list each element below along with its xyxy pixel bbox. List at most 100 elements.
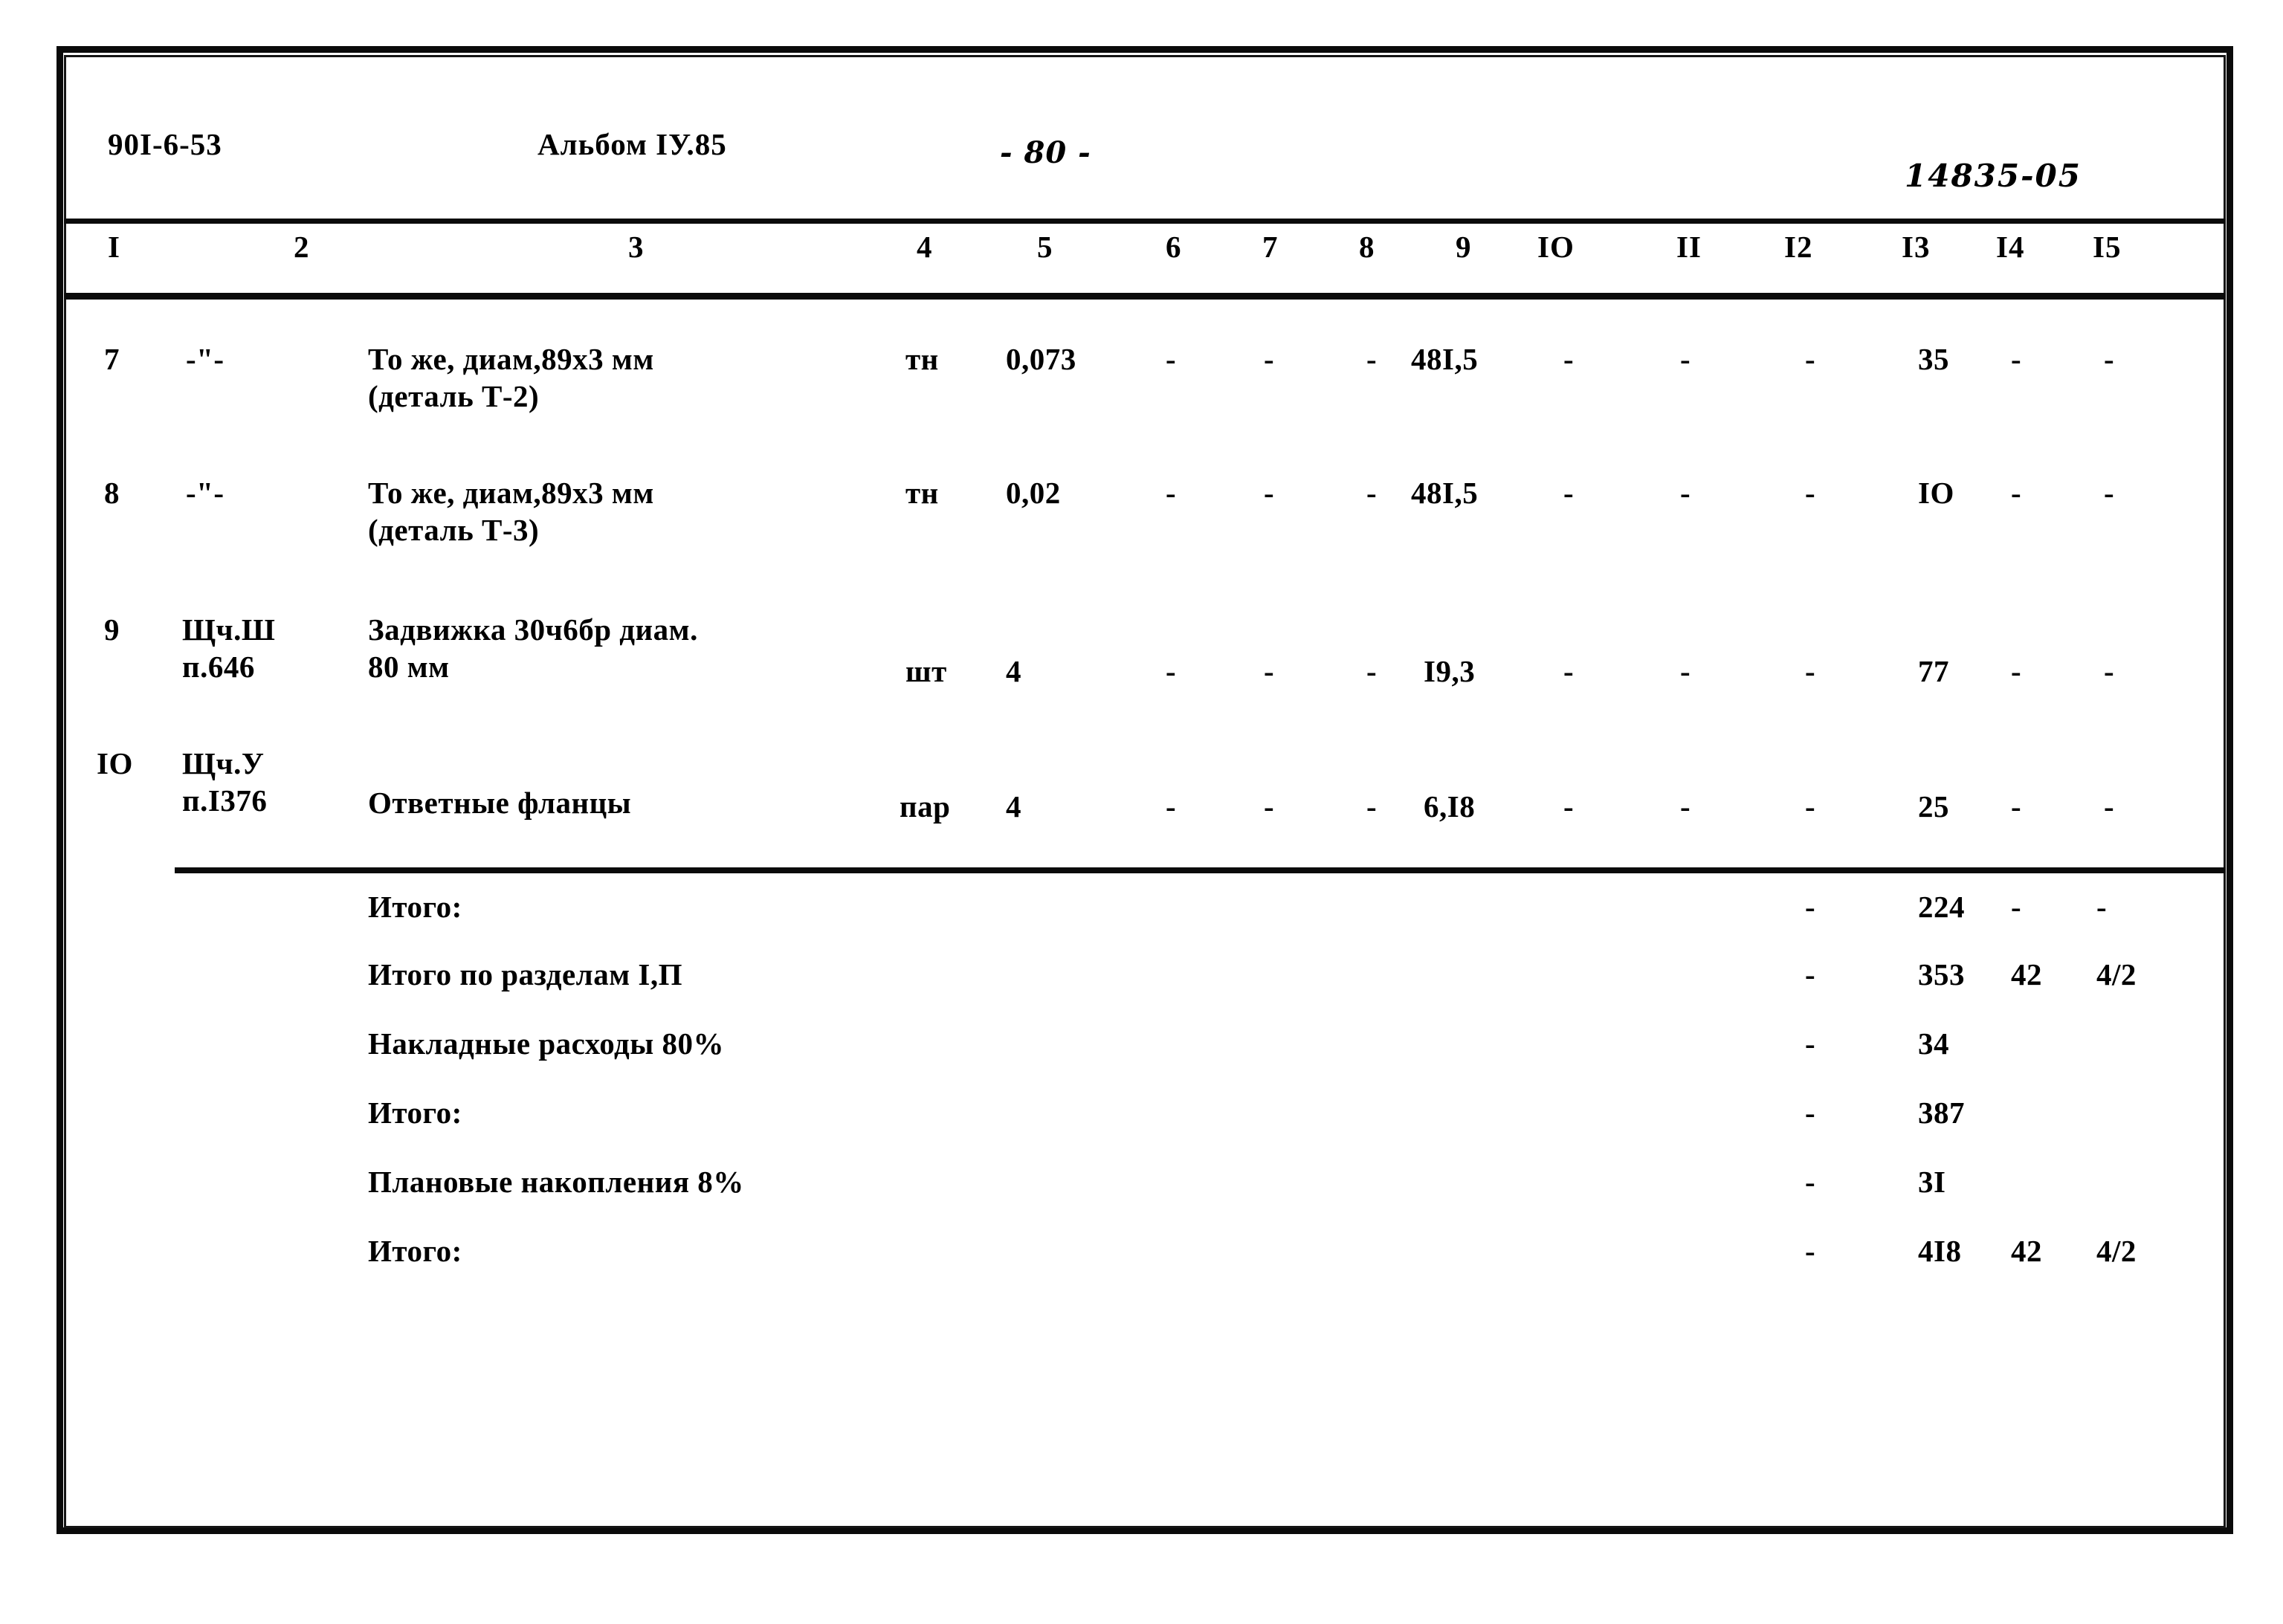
- row-quantity: 4: [1006, 654, 1021, 688]
- row-unit-price: 48I,5: [1411, 342, 1479, 376]
- row-col8: -: [1366, 654, 1378, 688]
- row-description: Ответные фланцы: [368, 786, 632, 820]
- row-quantity: 0,073: [1006, 342, 1076, 376]
- column-header-9: 9: [1456, 230, 1472, 264]
- row-unit: шт: [905, 654, 947, 688]
- row-source-ref: Щч.Ш: [182, 612, 276, 647]
- summary-label: Плановые накопления 8%: [368, 1165, 744, 1199]
- row-col11: -: [1680, 789, 1691, 824]
- column-header-4: 4: [917, 230, 933, 264]
- column-header-10: IO: [1537, 230, 1575, 264]
- column-header-7: 7: [1262, 230, 1279, 264]
- table-top-rule: [64, 219, 2226, 224]
- row-col7: -: [1264, 342, 1275, 376]
- column-header-2: 2: [294, 230, 310, 264]
- row-col10: -: [1563, 654, 1575, 688]
- row-col12: -: [1805, 342, 1816, 376]
- row-col6: -: [1166, 476, 1177, 510]
- summary-separator-rule: [175, 867, 2226, 873]
- column-header-8: 8: [1359, 230, 1375, 264]
- row-description: Задвижка 30ч6бр диам.: [368, 612, 698, 647]
- document-code: 90I-6-53: [108, 127, 222, 161]
- album-title: Альбом IУ.85: [537, 127, 727, 161]
- summary-col12: -: [1805, 957, 1815, 991]
- row-total: IO: [1918, 476, 1954, 510]
- row-col11: -: [1680, 476, 1691, 510]
- row-source-ref: Щч.У: [182, 746, 265, 780]
- row-source-ref: -"-: [186, 342, 225, 376]
- summary-total: 224: [1918, 890, 1965, 924]
- row-total: 77: [1918, 654, 1949, 688]
- summary-total: 353: [1918, 957, 1965, 991]
- summary-label: Итого:: [368, 1096, 462, 1130]
- row-number: 8: [104, 476, 120, 510]
- row-number: 9: [104, 612, 120, 647]
- row-source-ref-2: п.646: [182, 650, 255, 684]
- row-col7: -: [1264, 789, 1275, 824]
- summary-label: Итого:: [368, 1234, 462, 1268]
- row-col11: -: [1680, 342, 1691, 376]
- summary-col14: -: [2011, 890, 2022, 924]
- scanned-document-page: 90I-6-53 Альбом IУ.85 - 80 - 14835-05 I …: [0, 0, 2283, 1624]
- summary-total: 4I8: [1918, 1234, 1962, 1268]
- row-description: То же, диам,89х3 мм: [368, 342, 654, 376]
- row-unit-price: 48I,5: [1411, 476, 1479, 510]
- row-col8: -: [1366, 789, 1378, 824]
- row-quantity: 0,02: [1006, 476, 1061, 510]
- row-unit-price: I9,3: [1424, 654, 1476, 688]
- row-quantity: 4: [1006, 789, 1021, 824]
- row-description-2: (деталь Т-3): [368, 513, 540, 547]
- column-header-5: 5: [1037, 230, 1053, 264]
- row-total: 25: [1918, 789, 1949, 824]
- summary-total: 3I: [1918, 1165, 1946, 1199]
- column-header-6: 6: [1166, 230, 1182, 264]
- row-col7: -: [1264, 476, 1275, 510]
- summary-label: Накладные расходы 80%: [368, 1026, 725, 1061]
- row-unit-price: 6,I8: [1424, 789, 1476, 824]
- row-total: 35: [1918, 342, 1949, 376]
- row-col12: -: [1805, 789, 1816, 824]
- table-header-rule: [64, 293, 2226, 300]
- row-col14: -: [2011, 654, 2022, 688]
- row-description: То же, диам,89х3 мм: [368, 476, 654, 510]
- row-source-ref-2: п.I376: [182, 783, 268, 818]
- summary-label: Итого по разделам I,П: [368, 957, 682, 991]
- column-header-1: I: [108, 230, 120, 264]
- row-col6: -: [1166, 789, 1177, 824]
- row-col8: -: [1366, 476, 1378, 510]
- summary-col15: 4/2: [2096, 957, 2137, 991]
- summary-col14: 42: [2011, 957, 2042, 991]
- summary-col12: -: [1805, 1096, 1815, 1130]
- row-col10: -: [1563, 476, 1575, 510]
- row-col12: -: [1805, 654, 1816, 688]
- row-col15: -: [2104, 476, 2115, 510]
- row-col14: -: [2011, 476, 2022, 510]
- summary-label: Итого:: [368, 890, 462, 924]
- row-number: 7: [104, 342, 120, 376]
- summary-col12: -: [1805, 1026, 1815, 1061]
- summary-col12: -: [1805, 1165, 1815, 1199]
- row-col10: -: [1563, 342, 1575, 376]
- column-header-11: II: [1676, 230, 1702, 264]
- summary-col15: 4/2: [2096, 1234, 2137, 1268]
- page-number: - 80 -: [1000, 135, 1091, 170]
- row-col14: -: [2011, 789, 2022, 824]
- row-col10: -: [1563, 789, 1575, 824]
- row-col11: -: [1680, 654, 1691, 688]
- summary-total: 34: [1918, 1026, 1949, 1061]
- row-col14: -: [2011, 342, 2022, 376]
- summary-total: 387: [1918, 1096, 1965, 1130]
- row-description-2: (деталь Т-2): [368, 379, 540, 413]
- row-col15: -: [2104, 789, 2115, 824]
- column-header-12: I2: [1784, 230, 1813, 264]
- row-col6: -: [1166, 342, 1177, 376]
- row-col8: -: [1366, 342, 1378, 376]
- summary-col15: -: [2096, 890, 2108, 924]
- column-header-14: I4: [1996, 230, 2025, 264]
- row-unit: тн: [905, 476, 939, 510]
- row-col7: -: [1264, 654, 1275, 688]
- column-header-13: I3: [1902, 230, 1931, 264]
- row-col6: -: [1166, 654, 1177, 688]
- row-col15: -: [2104, 654, 2115, 688]
- column-header-3: 3: [628, 230, 645, 264]
